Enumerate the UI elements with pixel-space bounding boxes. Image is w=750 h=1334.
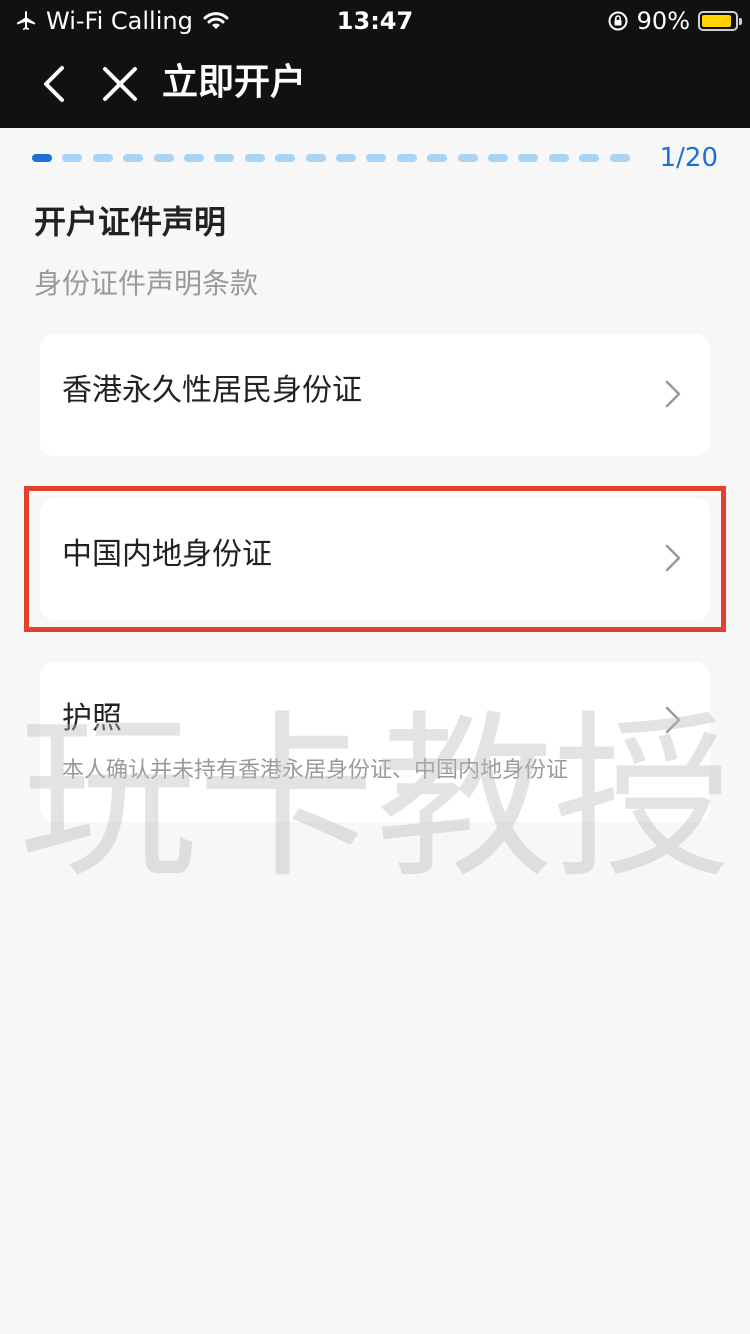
battery-fill — [702, 15, 731, 27]
section-subtitle: 身份证件声明条款 — [34, 267, 259, 300]
progress-segment — [154, 154, 174, 162]
orientation-lock-icon — [608, 11, 628, 31]
svg-text:玩卡教授: 玩卡教授 — [19, 695, 731, 890]
close-icon[interactable] — [98, 62, 142, 106]
progress-segment — [123, 154, 143, 162]
progress-segment — [366, 154, 386, 162]
progress-segment — [184, 154, 204, 162]
battery-cap — [739, 18, 742, 25]
chevron-left-icon[interactable] — [36, 62, 76, 106]
option-hk-permanent-id[interactable]: 香港永久性居民身份证 — [40, 334, 710, 456]
progress-segment — [306, 154, 326, 162]
progress-segment — [397, 154, 417, 162]
option-label: 香港永久性居民身份证 — [62, 373, 362, 408]
progress-segment — [610, 154, 630, 162]
highlight-box — [24, 486, 726, 632]
status-bar: Wi-Fi Calling 13:47 90% — [0, 0, 750, 42]
section-title: 开户证件声明 — [34, 203, 227, 241]
progress-segment — [32, 154, 52, 162]
page-title: 立即开户 — [162, 62, 307, 103]
progress-segment — [62, 154, 82, 162]
step-counter: 1/20 — [659, 143, 718, 173]
status-right: 90% — [607, 6, 742, 36]
progress-segment — [458, 154, 478, 162]
progress-segment — [245, 154, 265, 162]
progress-segment — [427, 154, 447, 162]
progress-segment — [549, 154, 569, 162]
battery-percent: 90% — [636, 7, 690, 35]
nav-bar: 立即开户 — [0, 42, 750, 128]
progress-segment — [93, 154, 113, 162]
progress-segment — [579, 154, 599, 162]
top-bar: Wi-Fi Calling 13:47 90% 立即开户 — [0, 0, 750, 128]
chevron-right-icon — [665, 380, 681, 408]
progress-segment — [518, 154, 538, 162]
progress-segment — [214, 154, 234, 162]
step-progress-bar — [32, 150, 672, 166]
progress-segment — [488, 154, 508, 162]
battery-icon — [698, 11, 742, 31]
watermark: 玩卡教授 — [19, 695, 731, 890]
progress-segment — [275, 154, 295, 162]
progress-segment — [336, 154, 356, 162]
